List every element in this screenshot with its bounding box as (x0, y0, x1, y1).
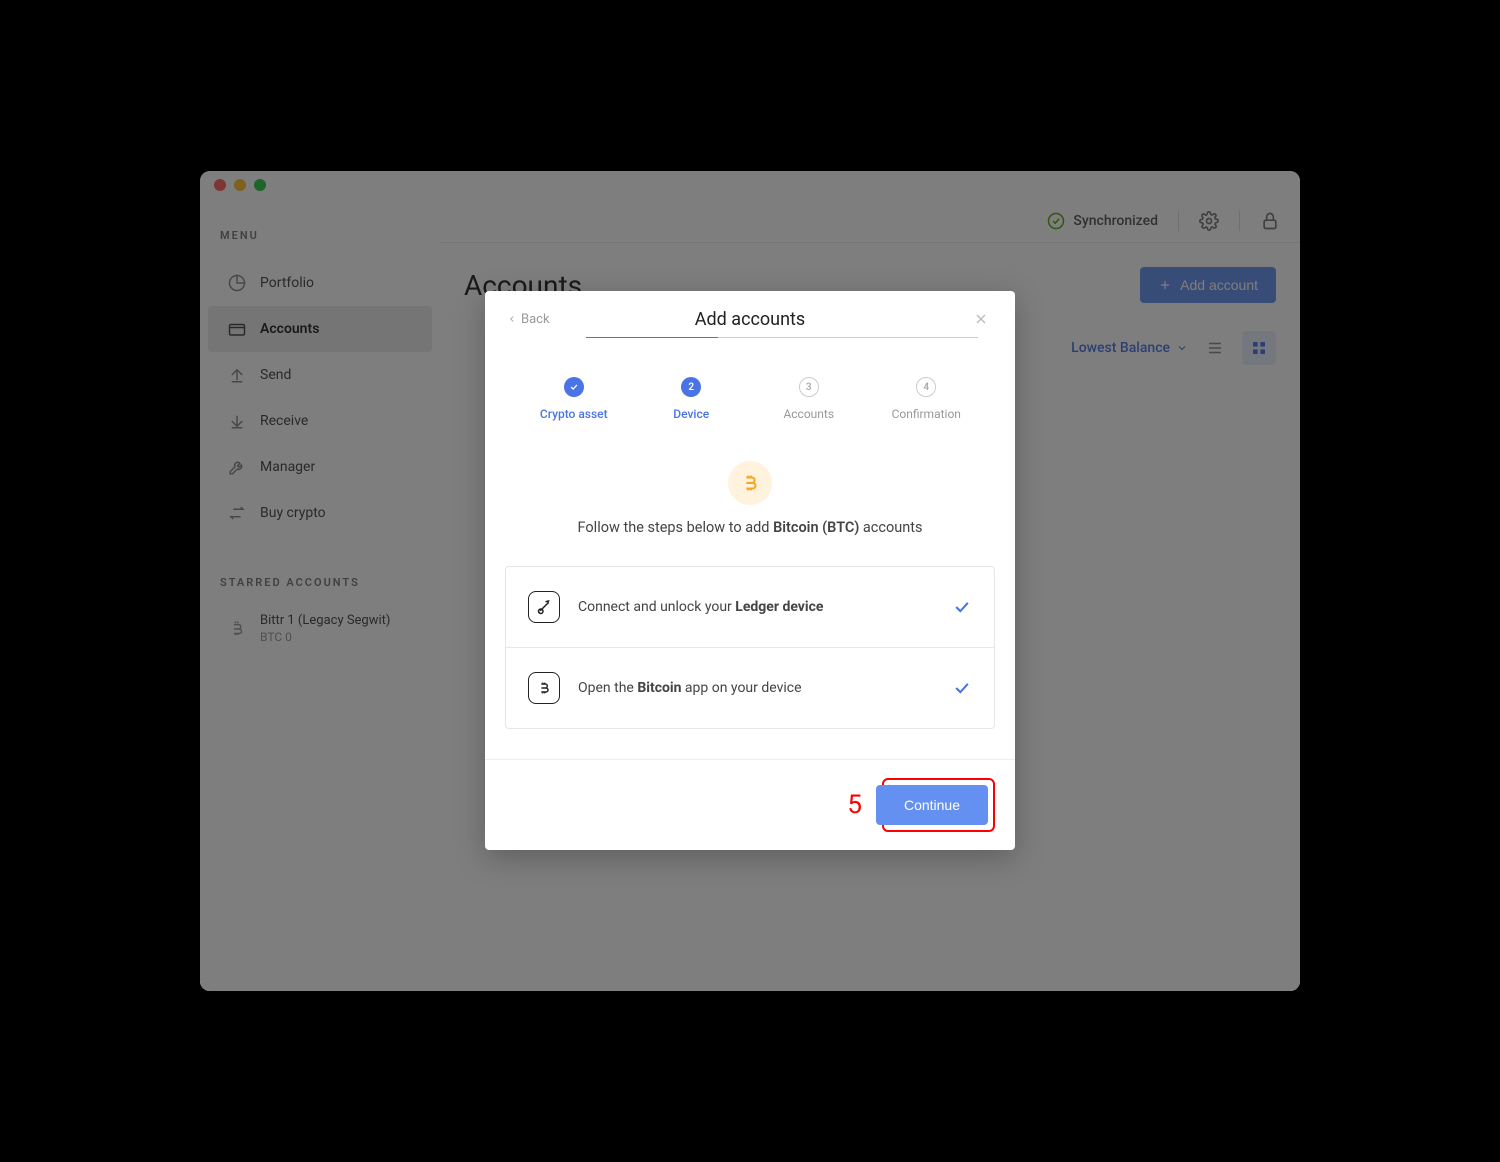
annotation-highlight: 5 Continue (882, 778, 995, 832)
check-icon (569, 382, 579, 392)
stepper: Crypto asset 2 Device 3 Accounts 4 Confi… (485, 327, 1015, 441)
modal-footer: 5 Continue (485, 759, 1015, 850)
chevron-left-icon (507, 314, 517, 324)
bitcoin-app-icon (528, 672, 560, 704)
app-window: MENU Portfolio Accounts Send Receive Man… (200, 171, 1300, 991)
checklist-row-app: Open the Bitcoin app on your device (506, 648, 994, 728)
check-icon (952, 678, 972, 698)
close-button[interactable] (973, 311, 993, 327)
add-accounts-modal: Back Add accounts Crypto asset (485, 291, 1015, 850)
step-device: 2 Device (633, 377, 751, 421)
step-crypto-asset: Crypto asset (515, 377, 633, 421)
instruction-text: Follow the steps below to add Bitcoin (B… (485, 519, 1015, 566)
usb-icon (528, 591, 560, 623)
back-button[interactable]: Back (507, 312, 550, 327)
coin-badge (728, 461, 772, 505)
step-confirmation: 4 Confirmation (868, 377, 986, 421)
annotation-number: 5 (847, 790, 862, 820)
checklist-row-device: Connect and unlock your Ledger device (506, 567, 994, 648)
check-icon (952, 597, 972, 617)
step-accounts: 3 Accounts (750, 377, 868, 421)
bitcoin-icon (739, 472, 761, 494)
modal-overlay: Back Add accounts Crypto asset (200, 171, 1300, 991)
continue-button[interactable]: Continue (876, 785, 988, 825)
checklist: Connect and unlock your Ledger device Op… (505, 566, 995, 729)
close-icon (973, 311, 989, 327)
